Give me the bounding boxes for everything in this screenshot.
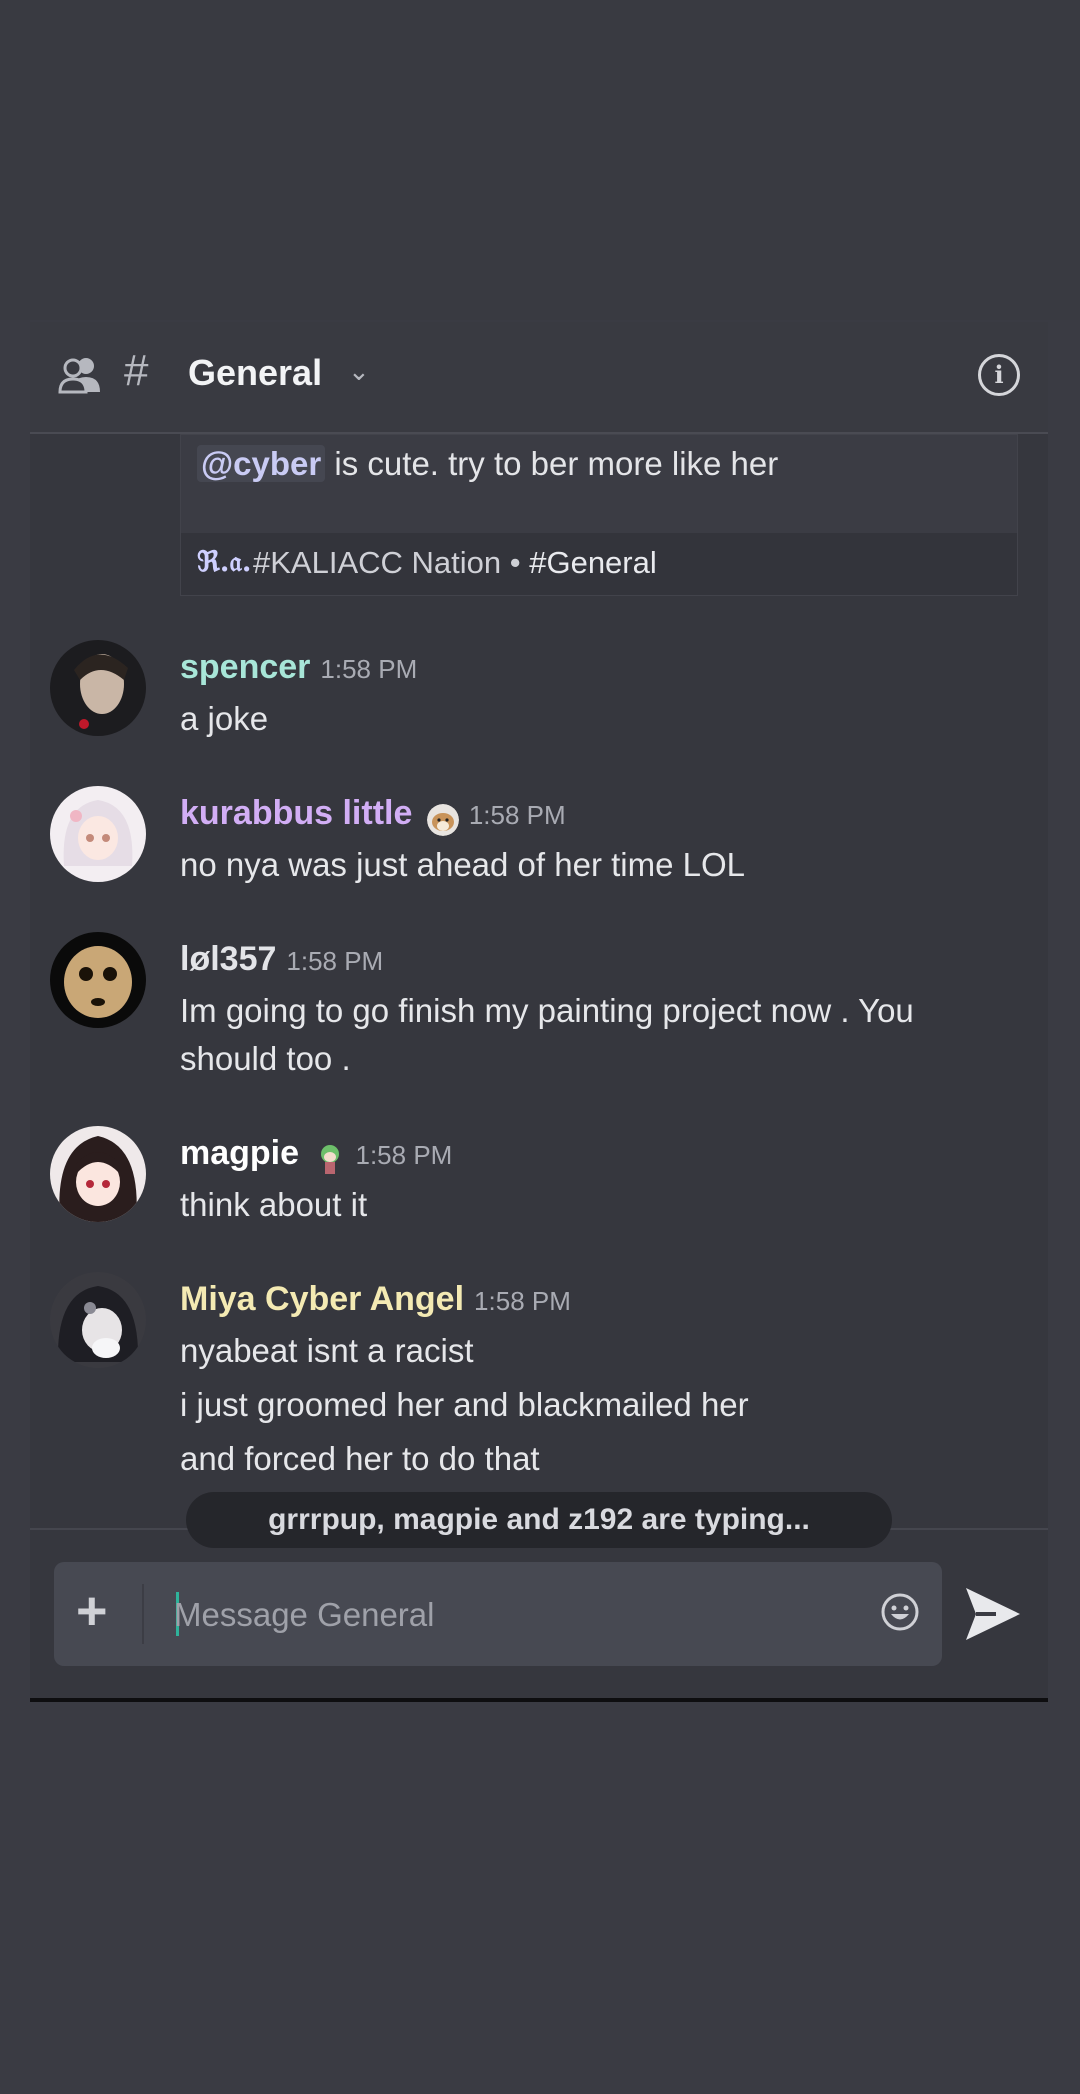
bottom-background	[0, 1702, 1080, 2094]
message-text: Im going to go finish my painting projec…	[180, 992, 914, 1029]
message-author[interactable]: løl357	[180, 940, 276, 978]
add-attachment-button[interactable]: +	[76, 1580, 108, 1642]
channel-hash-icon: #	[124, 346, 149, 395]
channel-title[interactable]: General	[188, 352, 322, 394]
avatar[interactable]	[50, 786, 146, 882]
forward-source-label: #KALIACC Nation • #General	[253, 545, 657, 580]
message-input[interactable]	[172, 1586, 776, 1644]
user-mention[interactable]: @cyber	[197, 445, 326, 482]
message-timestamp: 1:58 PM	[468, 800, 566, 830]
message-timestamp: 1:58 PM	[286, 946, 384, 976]
forwarded-message[interactable]: @cyber is cute. try to ber more like her…	[180, 434, 1018, 596]
message-timestamp: 1:58 PM	[320, 654, 418, 684]
message-text: should too .	[180, 1040, 351, 1077]
message-composer: +	[54, 1562, 942, 1666]
message-text: nyabeat isnt a racist	[180, 1332, 474, 1369]
message-author[interactable]: magpie	[180, 1134, 299, 1172]
chevron-down-icon[interactable]: ⌄	[348, 356, 370, 387]
avatar[interactable]	[50, 1272, 146, 1368]
message-text: no nya was just ahead of her time LOL	[180, 846, 745, 883]
emoji-icon[interactable]	[880, 1592, 920, 1632]
message-text: i just groomed her and blackmailed her	[180, 1386, 749, 1423]
info-icon[interactable]: i	[978, 354, 1020, 396]
message-text: think about it	[180, 1186, 368, 1223]
message-timestamp: 1:58 PM	[355, 1140, 453, 1170]
avatar[interactable]	[50, 1126, 146, 1222]
message-author[interactable]: kurabbus little	[180, 794, 412, 832]
forwarded-message-text: @cyber is cute. try to ber more like her	[197, 445, 778, 483]
avatar[interactable]	[50, 640, 146, 736]
chibi-badge-icon	[320, 1144, 339, 1174]
forward-source[interactable]: ℜ.𝔞. #KALIACC Nation • #General	[181, 533, 1017, 595]
typing-indicator: grrrpup, magpie and z192 are typing...	[186, 1492, 892, 1548]
avatar[interactable]	[50, 932, 146, 1028]
message-author[interactable]: spencer	[180, 648, 310, 686]
server-logo: ℜ.𝔞.	[197, 545, 252, 578]
message-author[interactable]: Miya Cyber Angel	[180, 1280, 464, 1318]
channel-header: # General ⌄ i	[30, 322, 1048, 434]
composer-separator	[142, 1584, 144, 1644]
friends-icon[interactable]	[58, 352, 102, 396]
message-timestamp: 1:58 PM	[474, 1286, 571, 1316]
top-background	[0, 0, 1080, 320]
message-text: a joke	[180, 700, 269, 737]
send-icon[interactable]	[962, 1584, 1024, 1644]
message-text: and forced her to do that	[180, 1440, 540, 1477]
hamster-badge-icon	[426, 803, 459, 836]
